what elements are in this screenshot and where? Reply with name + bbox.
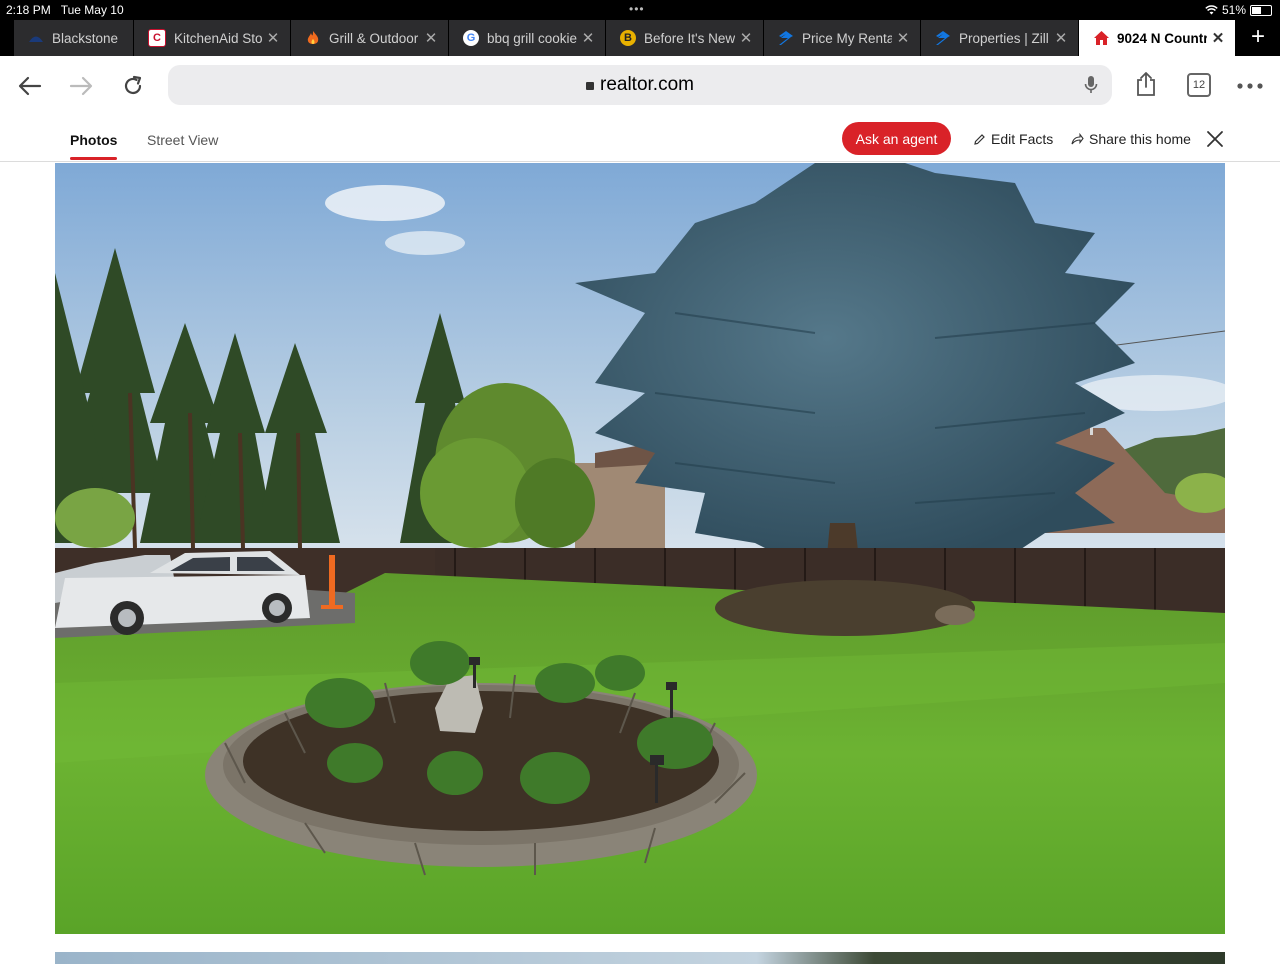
back-button[interactable] xyxy=(14,70,46,102)
forward-arrow-icon xyxy=(69,76,93,96)
listing-photo-header: Photos Street View Ask an agent Edit Fac… xyxy=(0,116,1280,162)
tab-price-my-rental[interactable]: Price My Renta ✕ xyxy=(764,20,921,56)
before-its-new-icon: B xyxy=(620,30,636,46)
more-menu-button[interactable] xyxy=(1234,70,1266,102)
url-text: realtor.com xyxy=(600,74,694,95)
wifi-icon xyxy=(1205,5,1218,15)
zillow-icon xyxy=(935,30,951,46)
back-arrow-icon xyxy=(18,76,42,96)
zillow-icon xyxy=(778,30,794,46)
google-icon: G xyxy=(463,30,479,46)
share-home-button[interactable]: Share this home xyxy=(1071,131,1191,147)
tab-street-view[interactable]: Street View xyxy=(147,132,218,148)
browser-toolbar: realtor.com 12 xyxy=(0,56,1280,116)
close-tab-icon[interactable]: ✕ xyxy=(577,29,599,47)
close-tab-icon[interactable]: ✕ xyxy=(1207,29,1229,47)
tab-properties-zillow[interactable]: Properties | Zill ✕ xyxy=(921,20,1079,56)
pencil-icon xyxy=(974,133,985,145)
ask-agent-button[interactable]: Ask an agent xyxy=(842,122,951,155)
share-arrow-icon xyxy=(1071,133,1084,145)
active-tab-indicator xyxy=(70,157,117,160)
tab-photos[interactable]: Photos xyxy=(70,132,117,148)
reload-icon xyxy=(124,75,142,95)
tab-grill-outdoor[interactable]: Grill & Outdoor ✕ xyxy=(291,20,449,56)
flame-icon xyxy=(305,30,321,46)
status-bar: 2:18 PM Tue May 10 ••• 51% xyxy=(0,0,1280,20)
edit-facts-button[interactable]: Edit Facts xyxy=(973,131,1053,147)
status-time: 2:18 PM Tue May 10 xyxy=(6,3,124,17)
more-dots-icon xyxy=(1237,83,1263,89)
tab-9024-n-country[interactable]: 9024 N Countr ✕ xyxy=(1079,20,1236,56)
close-icon[interactable] xyxy=(1204,128,1226,150)
edit-facts-label: Edit Facts xyxy=(991,131,1054,147)
tab-strip: Blackstone C KitchenAid Sto ✕ Grill & Ou… xyxy=(0,20,1280,56)
tab-kitchenaid[interactable]: C KitchenAid Sto ✕ xyxy=(134,20,291,56)
yard-photo-image xyxy=(55,163,1225,934)
close-tab-icon[interactable]: ✕ xyxy=(420,29,442,47)
tab-before-its-new[interactable]: B Before It's New ✕ xyxy=(606,20,764,56)
close-tab-icon[interactable]: ✕ xyxy=(892,29,914,47)
close-tab-icon[interactable]: ✕ xyxy=(735,29,757,47)
share-home-label: Share this home xyxy=(1089,131,1191,147)
status-right: 51% xyxy=(1205,3,1272,17)
close-tab-icon[interactable]: ✕ xyxy=(262,29,284,47)
realtor-home-icon xyxy=(1093,30,1109,46)
forward-button[interactable] xyxy=(65,70,97,102)
share-icon xyxy=(1137,72,1155,96)
battery-icon xyxy=(1250,4,1272,16)
battery-percent: 51% xyxy=(1221,3,1246,17)
blackstone-icon xyxy=(28,30,44,46)
microphone-icon[interactable] xyxy=(1084,75,1098,95)
lock-icon xyxy=(586,82,594,90)
multitasking-dots-icon[interactable]: ••• xyxy=(629,2,645,16)
address-bar[interactable]: realtor.com xyxy=(168,65,1112,105)
share-button[interactable] xyxy=(1130,68,1162,100)
next-listing-photo[interactable] xyxy=(55,952,1225,964)
tab-bbq-search[interactable]: G bbq grill cookie ✕ xyxy=(449,20,606,56)
tab-overview-button[interactable]: 12 xyxy=(1187,73,1211,97)
reload-button[interactable] xyxy=(117,70,149,102)
kitchenaid-icon: C xyxy=(148,29,166,47)
close-tab-icon[interactable]: ✕ xyxy=(1050,29,1072,47)
tab-blackstone[interactable]: Blackstone xyxy=(14,20,134,56)
listing-photo[interactable] xyxy=(55,163,1225,934)
new-tab-button[interactable]: + xyxy=(1244,24,1272,52)
